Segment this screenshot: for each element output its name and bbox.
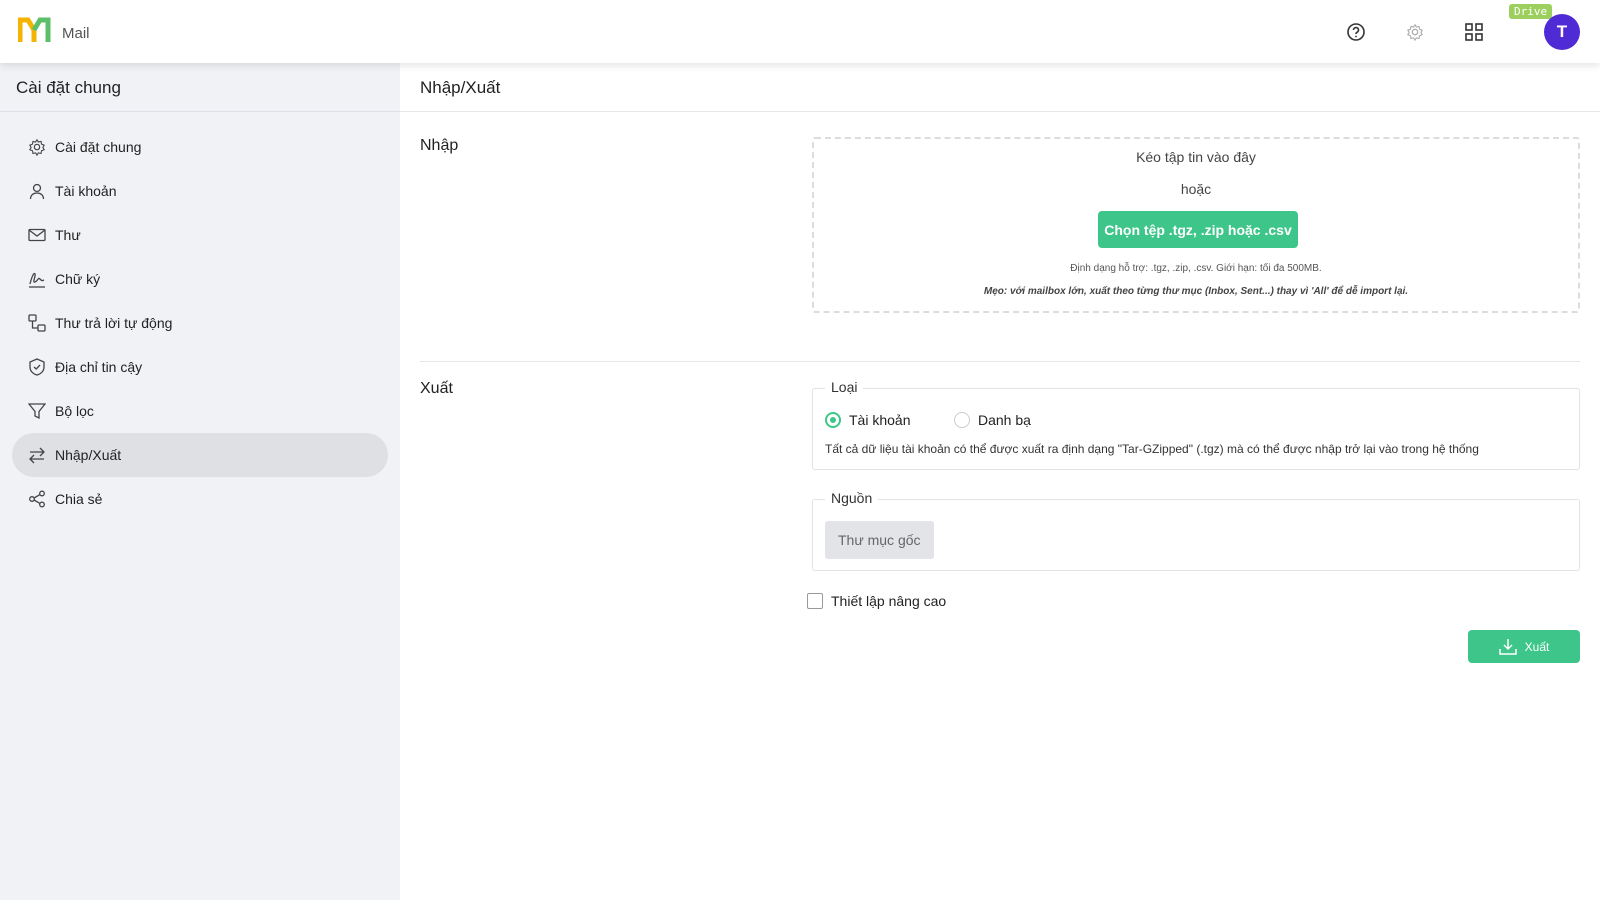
download-icon: [1498, 638, 1517, 655]
export-button-label: Xuất: [1524, 639, 1550, 654]
drop-text: Kéo tập tin vào đây: [1136, 149, 1256, 165]
user-icon: [28, 182, 46, 200]
sidebar-item-sharing[interactable]: Chia sẻ: [12, 477, 388, 521]
advanced-label: Thiết lập nâng cao: [831, 593, 947, 609]
main-panel: Nhập/Xuất Nhập Kéo tập tin vào đây hoặc …: [400, 63, 1600, 900]
sidebar-item-filters[interactable]: Bộ lọc: [12, 389, 388, 433]
source-legend: Nguồn: [825, 490, 879, 506]
type-description: Tất cả dữ liệu tài khoản có thể được xuấ…: [825, 442, 1479, 456]
help-icon[interactable]: [1343, 19, 1369, 45]
radio-label: Danh bạ: [978, 412, 1031, 428]
drive-badge[interactable]: Drive: [1509, 4, 1553, 19]
section-divider: [420, 361, 1580, 362]
auto-reply-icon: [28, 314, 46, 332]
export-section-label: Xuất: [420, 380, 453, 397]
sidebar-item-general[interactable]: Cài đặt chung: [12, 125, 388, 169]
type-legend: Loại: [825, 379, 864, 395]
gear-icon: [28, 138, 46, 156]
sidebar-item-label: Thư: [55, 227, 81, 243]
import-tip: Mẹo: với mailbox lớn, xuất theo từng thư…: [983, 286, 1409, 297]
import-export-icon: [28, 446, 46, 464]
settings-nav: Cài đặt chung Tài khoản Thư Chữ ký Thư t…: [12, 125, 388, 521]
or-text: hoặc: [1180, 181, 1212, 197]
radio-label: Tài khoản: [849, 412, 911, 428]
root-folder-button[interactable]: Thư mục gốc: [825, 521, 934, 559]
mail-icon: [28, 226, 46, 244]
sidebar-item-label: Chữ ký: [55, 271, 101, 287]
share-icon: [28, 490, 46, 508]
sidebar-title: Cài đặt chung: [16, 78, 121, 97]
app-name: Mail: [62, 25, 90, 42]
export-button[interactable]: Xuất: [1468, 630, 1580, 663]
advanced-settings-checkbox[interactable]: Thiết lập nâng cao: [807, 593, 946, 609]
sidebar-item-label: Địa chỉ tin cậy: [55, 359, 143, 375]
radio-unchecked-icon: [954, 412, 970, 428]
top-bar: Mail Drive T: [0, 0, 1600, 63]
shield-icon: [28, 358, 46, 376]
import-section-label: Nhập: [420, 137, 459, 154]
apps-grid-icon[interactable]: [1461, 19, 1487, 45]
export-type-group: Loại Tài khoản Danh bạ Tất cả dữ liệu tà…: [812, 379, 1580, 470]
page-title: Nhập/Xuất: [420, 78, 501, 97]
radio-checked-icon: [825, 412, 841, 428]
avatar[interactable]: T: [1544, 14, 1580, 50]
sidebar-item-label: Tài khoản: [55, 183, 117, 199]
export-source-group: Nguồn Thư mục gốc: [812, 490, 1580, 571]
sidebar-item-label: Bộ lọc: [55, 403, 94, 419]
formats-note: Định dạng hỗ trợ: .tgz, .zip, .csv. Giới…: [1070, 263, 1322, 274]
sidebar-item-import-export[interactable]: Nhập/Xuất: [12, 433, 388, 477]
sidebar-item-label: Cài đặt chung: [55, 139, 142, 155]
sidebar-divider: [0, 111, 400, 112]
sidebar: Cài đặt chung Cài đặt chung Tài khoản Th…: [0, 63, 400, 900]
sidebar-item-auto-reply[interactable]: Thư trả lời tự động: [12, 301, 388, 345]
sidebar-item-mail[interactable]: Thư: [12, 213, 388, 257]
sidebar-item-trusted-addresses[interactable]: Địa chỉ tin cậy: [12, 345, 388, 389]
radio-account[interactable]: Tài khoản: [825, 412, 910, 428]
sidebar-item-account[interactable]: Tài khoản: [12, 169, 388, 213]
title-divider: [400, 111, 1600, 112]
signature-icon: [28, 270, 46, 288]
checkbox-unchecked-icon: [807, 593, 823, 609]
filter-icon: [28, 402, 46, 420]
gear-icon[interactable]: [1402, 19, 1428, 45]
file-drop-zone[interactable]: Kéo tập tin vào đây hoặc Chọn tệp .tgz, …: [812, 137, 1580, 313]
sidebar-item-label: Chia sẻ: [55, 491, 103, 507]
sidebar-item-signature[interactable]: Chữ ký: [12, 257, 388, 301]
choose-file-button[interactable]: Chọn tệp .tgz, .zip hoặc .csv: [1098, 211, 1298, 248]
sidebar-item-label: Thư trả lời tự động: [55, 315, 173, 331]
m1-logo-icon[interactable]: [18, 16, 52, 44]
radio-contacts[interactable]: Danh bạ: [954, 412, 1031, 428]
sidebar-item-label: Nhập/Xuất: [55, 447, 122, 463]
